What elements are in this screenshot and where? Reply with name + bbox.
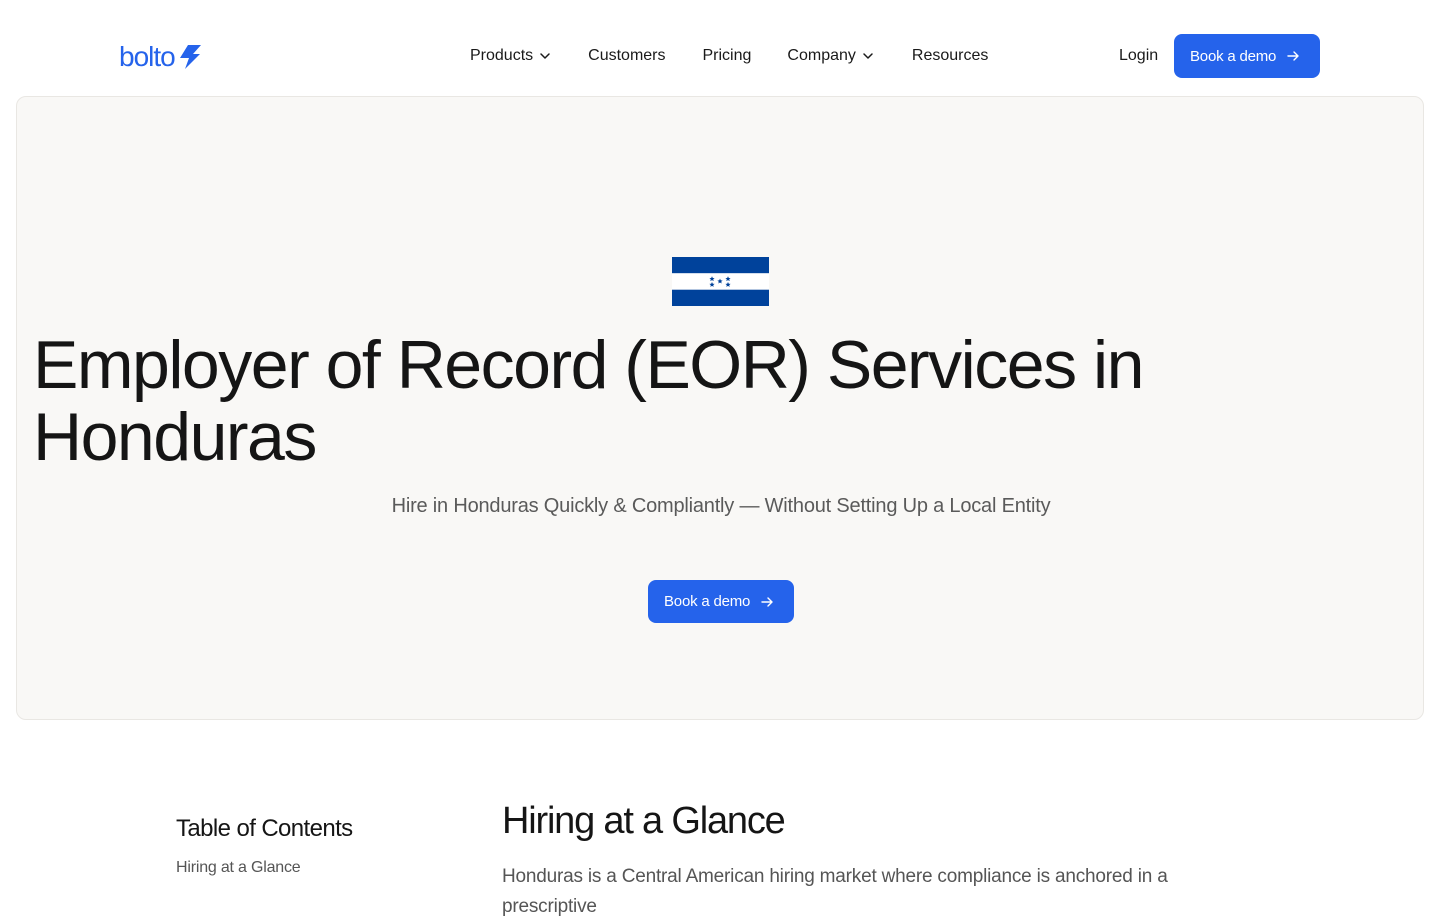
book-demo-label: Book a demo (1190, 47, 1277, 65)
site-header: bolto Products Customers Pricing Company… (0, 0, 1440, 96)
nav-customers[interactable]: Customers (588, 44, 665, 68)
section-body: Honduras is a Central American hiring ma… (502, 866, 1168, 917)
section-title: Hiring at a Glance (502, 800, 786, 842)
logo-wordmark: bolto (119, 41, 176, 72)
hero-book-demo-button[interactable]: Book a demo (648, 580, 794, 623)
nav-pricing[interactable]: Pricing (703, 44, 752, 68)
chevron-down-icon (863, 53, 873, 59)
book-demo-label: Book a demo (664, 593, 751, 610)
main-nav: Products Customers Pricing Company Resou… (470, 44, 988, 68)
hero-section: Employer of Record (EOR) Services in Hon… (16, 96, 1424, 720)
chevron-down-icon (540, 53, 550, 59)
toc-title: Table of Contents (176, 815, 353, 842)
nav-customers-label: Customers (588, 47, 666, 64)
arrow-right-icon (1287, 51, 1299, 61)
hero-subtitle: Hire in Honduras Quickly & Compliantly —… (391, 495, 1051, 517)
honduras-flag-icon (672, 257, 769, 306)
arrow-right-icon (761, 596, 773, 607)
nav-products[interactable]: Products (470, 44, 551, 68)
nav-resources[interactable]: Resources (912, 44, 988, 68)
nav-products-label: Products (470, 47, 534, 64)
login-link[interactable]: Login (1119, 44, 1158, 68)
nav-pricing-label: Pricing (702, 47, 752, 64)
header-book-demo-button[interactable]: Book a demo (1174, 34, 1320, 78)
nav-company-label: Company (787, 47, 856, 64)
toc-item-hiring-at-a-glance[interactable]: Hiring at a Glance (176, 859, 301, 877)
nav-company[interactable]: Company (787, 44, 873, 68)
lightning-bolt-icon (179, 45, 201, 69)
hero-title: Employer of Record (EOR) Services in Hon… (33, 327, 1144, 475)
nav-resources-label: Resources (911, 47, 989, 64)
bolto-logo[interactable]: bolto (119, 43, 201, 71)
